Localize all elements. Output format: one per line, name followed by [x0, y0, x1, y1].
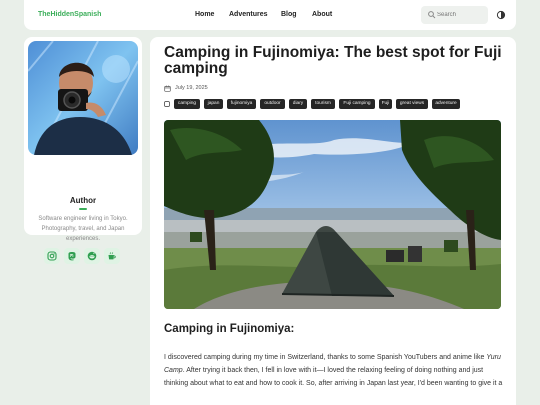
tag-fuji-camping[interactable]: Fuji camping [339, 99, 375, 109]
nav-blog[interactable]: Blog [281, 11, 297, 18]
tag-fuji[interactable]: Fuji [379, 99, 392, 109]
coffee-icon [108, 252, 116, 260]
author-avatar [28, 41, 138, 155]
author-divider [79, 208, 87, 210]
tag-diary[interactable]: diary [289, 99, 307, 109]
search-box[interactable] [421, 6, 488, 24]
article-card: Camping in Fujinomiya: The best spot for… [150, 37, 516, 405]
instagram-link[interactable] [44, 248, 60, 264]
reddit-link[interactable] [84, 248, 100, 264]
article-title: Camping in Fujinomiya: The best spot for… [164, 44, 502, 77]
author-bio: Software engineer living in Tokyo. Photo… [38, 216, 128, 242]
calendar-icon [164, 85, 171, 92]
search-input[interactable] [437, 9, 485, 21]
hero-image [164, 120, 501, 309]
mastodon-link[interactable] [64, 248, 80, 264]
tag-japan[interactable]: japan [204, 99, 223, 109]
tag-icon [164, 101, 170, 107]
nav-about[interactable]: About [312, 11, 332, 18]
author-card: Author Software engineer living in Tokyo… [24, 37, 142, 264]
tag-great-views[interactable]: great views [396, 99, 428, 109]
tag-tourism[interactable]: tourism [311, 99, 335, 109]
site-brand[interactable]: TheHiddenSpanish [38, 11, 101, 18]
tag-adventure[interactable]: adventure [432, 99, 460, 109]
theme-toggle-icon[interactable] [496, 10, 506, 20]
paragraph-text-1: I discovered camping during my time in S… [164, 354, 487, 361]
instagram-icon [47, 251, 57, 261]
section-heading: Camping in Fujinomiya: [164, 323, 295, 335]
publish-date: July 19, 2025 [175, 85, 208, 91]
search-icon [428, 11, 436, 19]
tag-outdoor[interactable]: outdoor [260, 99, 285, 109]
article-paragraph: I discovered camping during my time in S… [164, 351, 504, 390]
mastodon-icon [68, 252, 76, 261]
tag-camping[interactable]: camping [174, 99, 200, 109]
site-header: TheHiddenSpanish Home Adventures Blog Ab… [24, 0, 516, 30]
tag-fujinomiya[interactable]: fujinomiya [227, 99, 256, 109]
reddit-icon [87, 251, 97, 261]
paragraph-text-2: . After trying it back then, I fell in l… [164, 367, 503, 387]
author-label: Author [69, 196, 97, 205]
nav-adventures[interactable]: Adventures [229, 11, 268, 18]
coffee-link[interactable] [104, 248, 120, 264]
nav-home[interactable]: Home [195, 11, 214, 18]
